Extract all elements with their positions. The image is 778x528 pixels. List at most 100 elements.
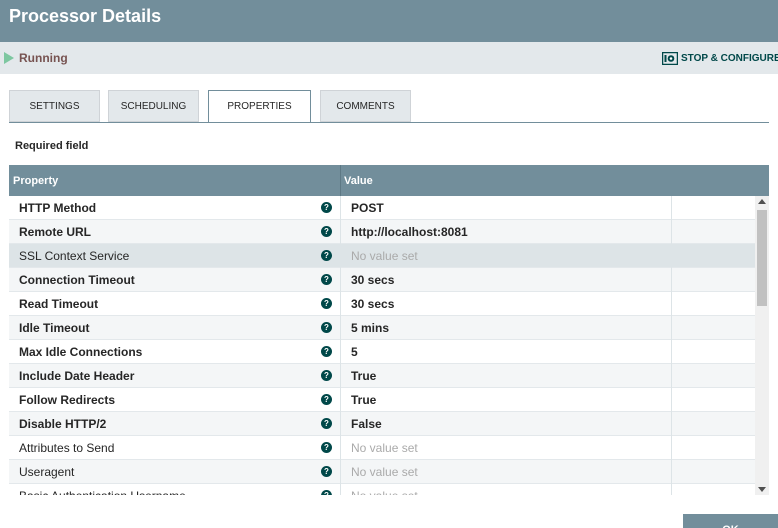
table-row[interactable]: Max Idle Connections? 5	[9, 340, 755, 364]
property-name: Include Date Header	[19, 369, 135, 383]
column-divider	[340, 364, 341, 388]
scroll-down-arrow-icon[interactable]	[758, 487, 766, 492]
help-icon[interactable]: ?	[321, 274, 332, 285]
help-icon[interactable]: ?	[321, 490, 332, 495]
run-status-label: Running	[19, 51, 68, 65]
table-row[interactable]: Useragent? No value set	[9, 460, 755, 484]
help-icon[interactable]: ?	[321, 250, 332, 261]
property-name: SSL Context Service	[19, 249, 130, 263]
tab-settings[interactable]: SETTINGS	[9, 90, 100, 122]
ok-button[interactable]: OK	[683, 514, 778, 528]
column-divider	[671, 196, 672, 220]
tab-divider	[9, 122, 769, 123]
column-divider	[671, 460, 672, 484]
column-header-value[interactable]: Value	[344, 175, 373, 187]
tab-properties-label: PROPERTIES	[227, 101, 292, 112]
table-row[interactable]: Disable HTTP/2? False	[9, 412, 755, 436]
help-icon[interactable]: ?	[321, 370, 332, 381]
column-divider	[340, 196, 341, 220]
stop-configure-label: STOP & CONFIGURE	[681, 53, 778, 64]
column-divider	[671, 220, 672, 244]
column-divider	[671, 436, 672, 460]
column-divider	[340, 388, 341, 412]
help-icon[interactable]: ?	[321, 226, 332, 237]
table-row[interactable]: Remote URL? http://localhost:8081	[9, 220, 755, 244]
tab-scheduling[interactable]: SCHEDULING	[108, 90, 199, 122]
column-divider	[671, 292, 672, 316]
property-name: Disable HTTP/2	[19, 417, 107, 431]
property-name: Attributes to Send	[19, 441, 115, 455]
column-divider	[340, 436, 341, 460]
table-row[interactable]: Connection Timeout? 30 secs	[9, 268, 755, 292]
help-icon[interactable]: ?	[321, 394, 332, 405]
column-divider	[671, 244, 672, 268]
table-row[interactable]: Attributes to Send? No value set	[9, 436, 755, 460]
column-divider	[340, 340, 341, 364]
tab-comments-label: COMMENTS	[336, 100, 395, 112]
property-value[interactable]: No value set	[351, 441, 418, 455]
property-value[interactable]: False	[351, 417, 382, 431]
scroll-thumb[interactable]	[757, 210, 767, 306]
processor-details-dialog: Processor Details Running STOP & CONFIGU…	[0, 0, 778, 528]
column-divider	[671, 388, 672, 412]
column-divider	[340, 244, 341, 268]
property-value[interactable]: 30 secs	[351, 297, 394, 311]
property-value[interactable]: 5	[351, 345, 358, 359]
table-row[interactable]: Basic Authentication Username? No value s…	[9, 484, 755, 495]
help-icon[interactable]: ?	[321, 202, 332, 213]
table-row[interactable]: HTTP Method? POST	[9, 196, 755, 220]
tab-properties[interactable]: PROPERTIES	[208, 90, 311, 123]
column-divider	[340, 460, 341, 484]
property-name: Basic Authentication Username	[19, 489, 186, 495]
property-value[interactable]: http://localhost:8081	[351, 225, 468, 239]
stop-configure-icon	[662, 52, 678, 65]
tab-settings-label: SETTINGS	[29, 100, 80, 112]
table-row[interactable]: Include Date Header? True	[9, 364, 755, 388]
table-scrollbar[interactable]	[755, 196, 769, 495]
property-value[interactable]: 5 mins	[351, 321, 389, 335]
required-field-note: Required field	[15, 140, 89, 152]
column-divider	[671, 316, 672, 340]
property-value[interactable]: 30 secs	[351, 273, 394, 287]
table-row[interactable]: Follow Redirects? True	[9, 388, 755, 412]
property-value[interactable]: POST	[351, 201, 384, 215]
property-value[interactable]: No value set	[351, 249, 418, 263]
column-header-property[interactable]: Property	[13, 175, 58, 187]
column-divider	[340, 292, 341, 316]
help-icon[interactable]: ?	[321, 442, 332, 453]
column-divider	[671, 484, 672, 495]
table-row[interactable]: SSL Context Service? No value set	[9, 244, 755, 268]
property-value[interactable]: No value set	[351, 465, 418, 479]
property-name: Remote URL	[19, 225, 92, 239]
help-icon[interactable]: ?	[321, 418, 332, 429]
help-icon[interactable]: ?	[321, 346, 332, 357]
stop-configure-button[interactable]: STOP & CONFIGURE	[662, 52, 778, 65]
column-divider	[340, 412, 341, 436]
property-name: Useragent	[19, 465, 75, 479]
properties-table: Property Value HTTP Method? POST Remote UR…	[9, 165, 769, 495]
property-name: Idle Timeout	[19, 321, 90, 335]
column-divider	[340, 316, 341, 340]
help-icon[interactable]: ?	[321, 298, 332, 309]
table-row[interactable]: Read Timeout? 30 secs	[9, 292, 755, 316]
property-name: Follow Redirects	[19, 393, 116, 407]
property-value[interactable]: True	[351, 393, 376, 407]
table-row[interactable]: Idle Timeout? 5 mins	[9, 316, 755, 340]
help-icon[interactable]: ?	[321, 322, 332, 333]
column-divider	[671, 340, 672, 364]
property-value[interactable]: True	[351, 369, 376, 383]
status-bar: Running STOP & CONFIGURE	[0, 42, 778, 74]
scroll-up-arrow-icon[interactable]	[758, 199, 766, 204]
property-name: Max Idle Connections	[19, 345, 143, 359]
column-divider	[340, 220, 341, 244]
help-icon[interactable]: ?	[321, 466, 332, 477]
property-name: Read Timeout	[19, 297, 99, 311]
property-value[interactable]: No value set	[351, 489, 418, 495]
play-icon	[4, 52, 14, 64]
column-divider	[340, 268, 341, 292]
tab-comments[interactable]: COMMENTS	[320, 90, 411, 122]
tab-scheduling-label: SCHEDULING	[120, 100, 187, 112]
column-divider	[671, 364, 672, 388]
table-body: HTTP Method? POST Remote URL? http://localh…	[9, 196, 755, 495]
column-divider	[671, 412, 672, 436]
